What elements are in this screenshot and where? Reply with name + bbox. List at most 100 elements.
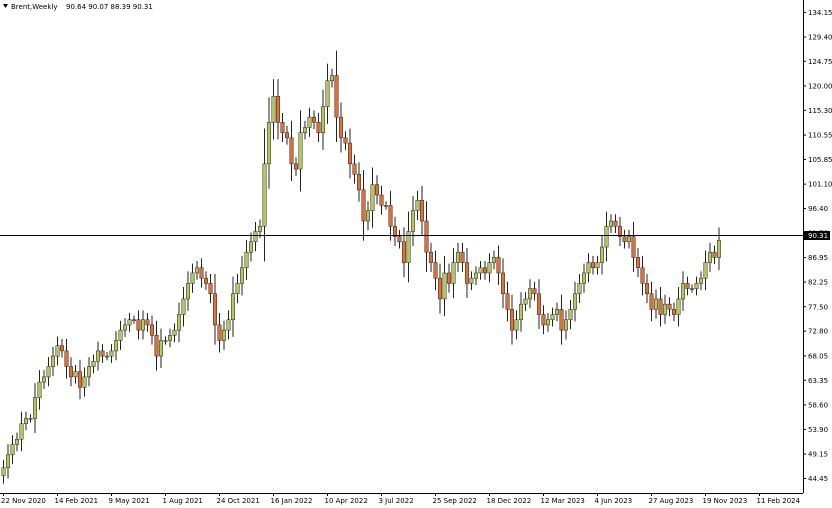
candle-up	[654, 298, 658, 310]
candle-down	[649, 293, 654, 310]
candle-up	[303, 127, 307, 133]
candle-up	[258, 225, 262, 232]
price-tick-label: 86.95	[808, 254, 828, 262]
candle-down	[667, 303, 672, 310]
candle-down	[420, 199, 424, 222]
candle-up	[676, 298, 681, 315]
candle-up	[681, 283, 685, 300]
candle-up	[123, 324, 127, 331]
candle-down	[208, 283, 213, 295]
candle-down	[276, 96, 280, 123]
candle-down	[559, 309, 564, 331]
time-tick-label: 24 Oct 2021	[217, 497, 260, 505]
candle-up	[514, 319, 519, 331]
candle-down	[640, 267, 645, 284]
candle-up	[24, 418, 28, 424]
price-tick-label: 101.10	[808, 181, 832, 189]
price-tick-label: 124.75	[808, 58, 832, 66]
time-tick-label: 1 Aug 2021	[163, 497, 203, 505]
candle-up	[249, 241, 253, 253]
candle-down	[285, 132, 289, 139]
candle-down	[496, 257, 501, 274]
chart-background	[0, 0, 832, 508]
candle-up	[190, 272, 195, 284]
candle-up	[555, 309, 559, 315]
candle-down	[433, 262, 438, 279]
price-chart[interactable]: Brent,Weekly 90.64 90.07 88.39 90.31 134…	[0, 0, 832, 508]
time-tick-label: 10 Apr 2022	[325, 497, 368, 505]
candle-down	[483, 267, 487, 274]
candle-up	[10, 444, 15, 456]
candle-up	[370, 184, 375, 211]
candle-up	[627, 236, 631, 243]
candle-up	[235, 283, 240, 295]
candle-up	[604, 225, 609, 248]
candle-down	[460, 251, 465, 263]
candle-down	[136, 319, 141, 331]
candle-up	[456, 251, 460, 263]
candle-up	[690, 288, 694, 290]
candle-up	[586, 262, 591, 274]
price-tick-label: 129.40	[808, 34, 832, 42]
candle-down	[591, 262, 595, 269]
candle-up	[699, 277, 703, 284]
candle-up	[33, 397, 37, 419]
candle-up	[163, 340, 168, 342]
candle-up	[325, 80, 330, 107]
candle-down	[510, 309, 514, 331]
candle-up	[415, 199, 420, 211]
price-tick-label: 49.15	[808, 451, 828, 459]
candle-up	[168, 335, 172, 341]
candle-up	[694, 283, 699, 289]
candle-up	[573, 293, 577, 310]
time-tick-label: 27 Aug 2023	[649, 497, 694, 505]
candle-up	[582, 272, 586, 284]
candle-down	[672, 309, 676, 315]
candle-down	[204, 277, 208, 284]
candle-down	[348, 142, 352, 165]
candle-up	[28, 418, 33, 420]
candle-down	[631, 236, 636, 258]
candle-up	[127, 319, 132, 326]
candle-up	[663, 303, 667, 315]
candle-up	[172, 329, 177, 336]
candle-down	[375, 184, 379, 196]
time-tick-label: 11 Feb 2024	[757, 497, 801, 505]
price-tick-label: 58.60	[808, 401, 828, 409]
candle-up	[253, 231, 258, 243]
candle-down	[60, 345, 64, 352]
candle-down	[217, 324, 222, 341]
candle-down	[145, 319, 150, 326]
chart-header: Brent,Weekly 90.64 90.07 88.39 90.31	[3, 3, 153, 11]
time-tick-label: 22 Nov 2020	[1, 497, 46, 505]
candle-up	[186, 283, 190, 300]
time-tick-label: 16 Jan 2022	[271, 497, 313, 505]
time-tick-label: 18 Dec 2022	[487, 497, 532, 505]
candle-up	[240, 267, 244, 284]
candle-down	[154, 335, 159, 357]
candle-up	[82, 376, 87, 388]
candle-up	[321, 106, 325, 133]
candle-down	[622, 236, 627, 243]
candle-up	[411, 210, 415, 232]
candle-up	[19, 423, 24, 440]
candle-down	[712, 251, 717, 258]
candle-up	[442, 272, 447, 300]
candle-down	[388, 205, 393, 227]
price-tick-label: 115.30	[808, 107, 832, 115]
candle-down	[150, 324, 154, 336]
candle-down	[213, 293, 217, 326]
candle-up	[195, 267, 199, 274]
candle-down	[658, 298, 663, 315]
candle-up	[231, 293, 235, 320]
candle-up	[262, 163, 267, 227]
candle-down	[334, 75, 339, 118]
candle-up	[519, 303, 523, 320]
price-tick-label: 77.50	[808, 303, 828, 311]
candle-up	[703, 262, 708, 279]
price-tick-label: 63.35	[808, 377, 828, 385]
symbol-timeframe-label: Brent,Weekly	[11, 3, 58, 11]
candle-down	[316, 122, 321, 133]
candle-up	[96, 350, 100, 362]
candle-up	[267, 122, 271, 165]
